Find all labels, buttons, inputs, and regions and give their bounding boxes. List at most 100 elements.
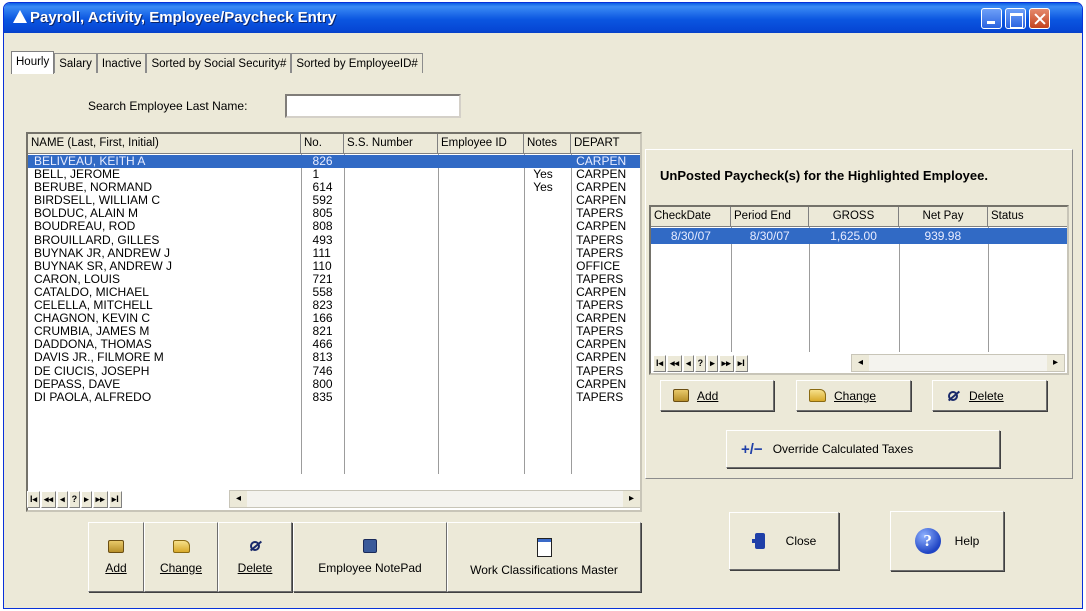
next-page-button[interactable]: ▸▸ xyxy=(92,490,108,508)
first-record-button[interactable]: I◂ xyxy=(27,490,41,508)
tab-salary[interactable]: Salary xyxy=(54,53,97,73)
employee-cell-name: DAVIS JR., FILMORE M xyxy=(34,351,164,365)
paycheck-hscrollbar[interactable]: ◂ ▸ xyxy=(851,354,1065,372)
employee-row[interactable]: BOUDREAU, ROD 808 CARPEN xyxy=(28,220,640,233)
pay-find-record-button[interactable]: ? xyxy=(694,354,707,372)
employee-row[interactable]: BELIVEAU, KEITH A 826 CARPEN xyxy=(28,155,640,169)
employee-delete-button[interactable]: Delete xyxy=(218,522,292,592)
employee-cell-ssn xyxy=(343,286,437,299)
employee-cell-name: BELIVEAU, KEITH A xyxy=(34,155,146,168)
employee-cell-notes xyxy=(523,365,570,378)
employee-hscrollbar[interactable]: ◂ ▸ xyxy=(229,490,641,508)
col-header-gross[interactable]: GROSS xyxy=(809,207,899,227)
col-header-checkdate[interactable]: CheckDate xyxy=(651,207,731,227)
pay-first-record-button[interactable]: I◂ xyxy=(653,354,667,372)
maximize-button[interactable] xyxy=(1005,8,1026,29)
col-header-net-pay[interactable]: Net Pay xyxy=(899,207,988,227)
employee-row[interactable]: CELELLA, MITCHELL 823 TAPERS xyxy=(28,299,640,312)
employee-cell-notes xyxy=(523,273,570,286)
last-record-button[interactable]: ▸I xyxy=(108,490,122,508)
employee-cell-empid xyxy=(437,194,523,207)
employee-cell-dept: CARPEN xyxy=(576,377,627,391)
employee-change-button[interactable]: Change xyxy=(144,522,218,592)
tab-inactive[interactable]: Inactive xyxy=(96,53,147,73)
employee-cell-dept: CARPEN xyxy=(576,220,627,234)
employee-cell-notes xyxy=(523,207,570,220)
employee-cell-ssn xyxy=(343,207,437,220)
paycheck-period-end: 8/30/07 xyxy=(749,229,790,243)
tab-sorted-by-ssn[interactable]: Sorted by Social Security# xyxy=(146,53,292,73)
paycheck-delete-button[interactable]: Delete xyxy=(932,380,1047,411)
paycheck-net-pay: 939.98 xyxy=(924,229,962,243)
col-header-notes[interactable]: Notes xyxy=(524,134,571,154)
employee-row[interactable]: DADDONA, THOMAS 466 CARPEN xyxy=(28,338,640,351)
employee-row[interactable]: BIRDSELL, WILLIAM C 592 CARPEN xyxy=(28,194,640,207)
search-last-name-input[interactable] xyxy=(285,94,461,118)
employee-cell-ssn xyxy=(343,168,437,181)
employee-row[interactable]: BUYNAK SR, ANDREW J 110 OFFICE xyxy=(28,260,640,273)
paycheck-row[interactable]: 8/30/07 8/30/07 1,625.00 939.98 xyxy=(651,228,1067,244)
pay-next-page-button[interactable]: ▸▸ xyxy=(718,354,734,372)
close-button[interactable]: Close xyxy=(729,512,839,570)
col-header-ssn[interactable]: S.S. Number xyxy=(344,134,438,154)
employee-cell-notes xyxy=(523,155,570,168)
override-calculated-taxes-button[interactable]: +/− Override Calculated Taxes xyxy=(726,430,1000,468)
col-header-period-end[interactable]: Period End xyxy=(731,207,809,227)
employee-rows: BELIVEAU, KEITH A 826 CARPEN BELL, JEROME 1 Y… xyxy=(28,155,640,404)
tab-hourly[interactable]: Hourly xyxy=(11,51,55,74)
employee-row[interactable]: DAVIS JR., FILMORE M 813 CARPEN xyxy=(28,351,640,364)
pay-scroll-left-arrow-icon[interactable]: ◂ xyxy=(852,355,869,371)
employee-row[interactable]: BERUBE, NORMAND 614 Yes CARPEN xyxy=(28,181,640,194)
employee-row[interactable]: BROUILLARD, GILLES 493 TAPERS xyxy=(28,234,640,247)
employee-record-nav: I◂ ◂◂ ◂ ? ▸ ▸▸ ▸I xyxy=(27,489,123,509)
employee-cell-no: 805 xyxy=(312,207,333,221)
prev-page-button[interactable]: ◂◂ xyxy=(41,490,57,508)
employee-add-button[interactable]: Add xyxy=(88,522,144,592)
col-header-status[interactable]: Status xyxy=(988,207,1067,227)
minimize-button[interactable] xyxy=(981,8,1002,29)
employee-row[interactable]: CARON, LOUIS 721 TAPERS xyxy=(28,273,640,286)
paycheck-add-button[interactable]: Add xyxy=(660,380,774,411)
prev-record-button[interactable]: ◂ xyxy=(57,490,68,508)
paycheck-grid[interactable]: CheckDate Period End GROSS Net Pay Statu… xyxy=(649,205,1069,375)
next-record-button[interactable]: ▸ xyxy=(81,490,92,508)
employee-row[interactable]: DE CIUCIS, JOSEPH 746 TAPERS xyxy=(28,365,640,378)
employee-row[interactable]: DEPASS, DAVE 800 CARPEN xyxy=(28,378,640,391)
exit-door-icon xyxy=(751,532,770,550)
employee-row[interactable]: CATALDO, MICHAEL 558 CARPEN xyxy=(28,286,640,299)
col-header-employee-id[interactable]: Employee ID xyxy=(438,134,524,154)
employee-row[interactable]: BELL, JEROME 1 Yes CARPEN xyxy=(28,168,640,181)
employee-notepad-button[interactable]: Employee NotePad xyxy=(293,522,447,592)
paycheck-change-button[interactable]: Change xyxy=(796,380,911,411)
col-header-department[interactable]: DEPART xyxy=(571,134,640,154)
scroll-left-arrow-icon[interactable]: ◂ xyxy=(230,491,247,507)
col-header-name[interactable]: NAME (Last, First, Initial) xyxy=(28,134,301,154)
employee-cell-no: 826 xyxy=(312,155,333,168)
employee-cell-dept: CARPEN xyxy=(576,194,627,208)
col-header-no[interactable]: No. xyxy=(301,134,344,154)
help-button[interactable]: ? Help xyxy=(890,511,1004,571)
scroll-right-arrow-icon[interactable]: ▸ xyxy=(623,491,640,507)
paycheck-record-nav: I◂ ◂◂ ◂ ? ▸ ▸▸ ▸I xyxy=(653,353,749,373)
employee-row[interactable]: DI PAOLA, ALFREDO 835 TAPERS xyxy=(28,391,640,404)
employee-cell-no: 800 xyxy=(312,377,333,391)
find-record-button[interactable]: ? xyxy=(68,490,81,508)
pay-next-record-button[interactable]: ▸ xyxy=(707,354,718,372)
tab-sorted-by-employee-id[interactable]: Sorted by EmployeeID# xyxy=(291,53,423,73)
employee-row[interactable]: CRUMBIA, JAMES M 821 TAPERS xyxy=(28,325,640,338)
employee-cell-dept: TAPERS xyxy=(576,364,624,378)
close-window-button[interactable] xyxy=(1029,8,1050,29)
employee-row[interactable]: BOLDUC, ALAIN M 805 TAPERS xyxy=(28,207,640,220)
work-classifications-master-button[interactable]: Work Classifications Master xyxy=(447,522,641,592)
employee-row[interactable]: BUYNAK JR, ANDREW J 111 TAPERS xyxy=(28,247,640,260)
employee-grid[interactable]: NAME (Last, First, Initial) No. S.S. Num… xyxy=(26,132,642,512)
employee-row[interactable]: CHAGNON, KEVIN C 166 CARPEN xyxy=(28,312,640,325)
pay-prev-page-button[interactable]: ◂◂ xyxy=(667,354,683,372)
employee-cell-notes xyxy=(523,220,570,233)
pay-last-record-button[interactable]: ▸I xyxy=(734,354,748,372)
employee-cell-empid xyxy=(437,155,523,168)
employee-cell-name: BELL, JEROME xyxy=(34,168,121,182)
employee-cell-ssn xyxy=(343,378,437,391)
pay-prev-record-button[interactable]: ◂ xyxy=(683,354,694,372)
pay-scroll-right-arrow-icon[interactable]: ▸ xyxy=(1047,355,1064,371)
